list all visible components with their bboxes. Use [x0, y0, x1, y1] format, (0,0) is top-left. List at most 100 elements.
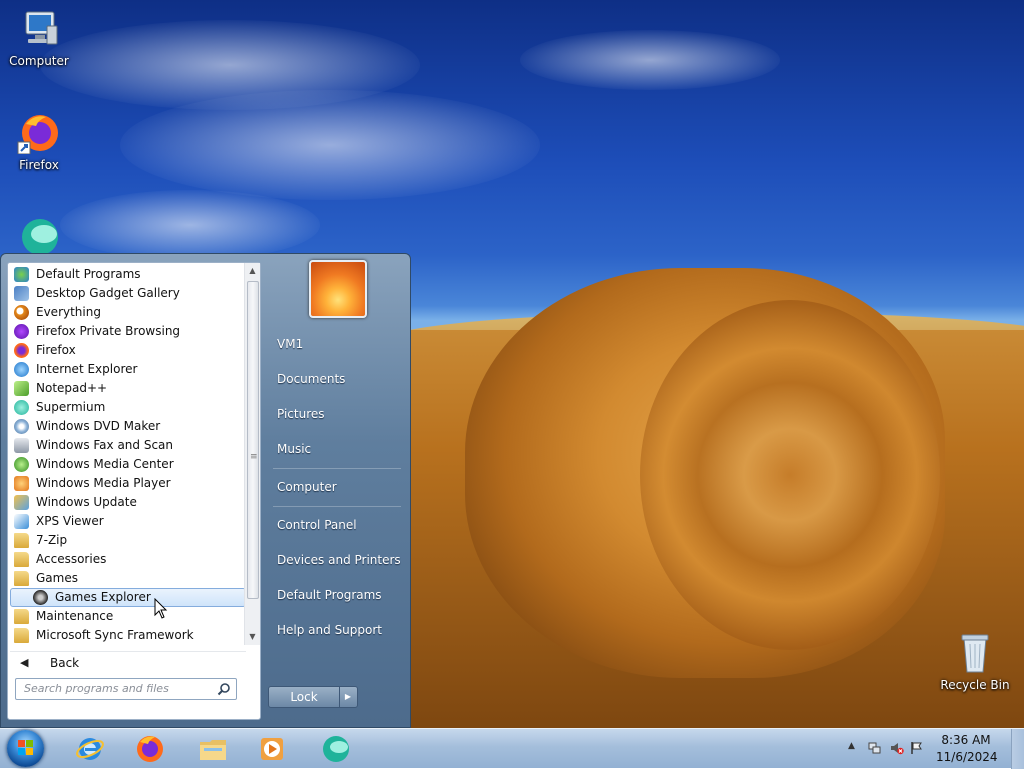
program-item-internet-explorer[interactable]: Internet Explorer [10, 360, 246, 379]
default-programs-icon [14, 267, 29, 282]
taskbar-file-explorer[interactable] [185, 731, 241, 767]
program-item-windows-dvd-maker[interactable]: Windows DVD Maker [10, 417, 246, 436]
start-link-devices-and-printers[interactable]: Devices and Printers [267, 547, 405, 573]
user-avatar[interactable] [309, 260, 367, 318]
lock-button-group: Lock ▶ [268, 686, 358, 708]
internet-explorer-icon [76, 738, 104, 760]
desktop-icon-label: Computer [9, 54, 69, 68]
media-player-icon [261, 738, 283, 760]
program-label: Games [36, 571, 78, 585]
start-link-control-panel[interactable]: Control Panel [267, 512, 405, 538]
program-item-windows-fax-and-scan[interactable]: Windows Fax and Scan [10, 436, 246, 455]
back-label: Back [50, 656, 80, 670]
show-hidden-icons-chevron-icon[interactable]: ▲ [848, 741, 862, 755]
program-item-games-explorer[interactable]: Games Explorer [10, 588, 246, 607]
start-link-music[interactable]: Music [267, 436, 405, 462]
supermium-icon [323, 736, 349, 762]
start-link-documents[interactable]: Documents [267, 366, 405, 392]
program-folder-games[interactable]: Games [10, 569, 246, 588]
program-item-firefox-private-browsing[interactable]: Firefox Private Browsing [10, 322, 246, 341]
program-folder-accessories[interactable]: Accessories [10, 550, 246, 569]
start-link-user[interactable]: VM1 [267, 331, 405, 357]
program-label: Windows Fax and Scan [36, 438, 174, 452]
media-player-icon [14, 476, 29, 491]
program-label: Games Explorer [55, 590, 151, 604]
program-label: Notepad++ [36, 381, 108, 395]
show-desktop-button[interactable] [1011, 729, 1024, 769]
start-link-default-programs[interactable]: Default Programs [267, 582, 405, 608]
program-item-windows-media-center[interactable]: Windows Media Center [10, 455, 246, 474]
program-item-xps-viewer[interactable]: XPS Viewer [10, 512, 246, 531]
program-label: Default Programs [36, 267, 141, 281]
mouse-cursor-icon [154, 597, 168, 620]
media-center-icon [14, 457, 29, 472]
taskbar-supermium[interactable] [308, 731, 364, 767]
notepad-plus-plus-icon [14, 381, 29, 396]
gadget-gallery-icon [14, 286, 29, 301]
network-icon[interactable] [868, 741, 882, 755]
start-link-pictures[interactable]: Pictures [267, 401, 405, 427]
file-explorer-icon [200, 740, 226, 760]
program-item-supermium[interactable]: Supermium [10, 398, 246, 417]
scroll-down-arrow-icon[interactable]: ▼ [245, 629, 260, 645]
program-label: Supermium [36, 400, 106, 414]
program-item-windows-media-player[interactable]: Windows Media Player [10, 474, 246, 493]
internet-explorer-icon [14, 362, 29, 377]
lock-button[interactable]: Lock [269, 687, 340, 707]
desktop-icon-firefox[interactable]: Firefox [1, 112, 77, 172]
program-folder-microsoft-sync-framework[interactable]: Microsoft Sync Framework [10, 626, 246, 645]
program-label: Firefox [36, 343, 76, 357]
program-item-firefox[interactable]: Firefox [10, 341, 246, 360]
firefox-icon [137, 736, 163, 762]
action-center-flag-icon[interactable] [910, 741, 924, 755]
program-list-scrollbar[interactable]: ▲ ≡ ▼ [244, 263, 260, 645]
program-item-default-programs[interactable]: Default Programs [10, 265, 246, 284]
program-label: Everything [36, 305, 101, 319]
back-button[interactable]: ◀ Back [10, 651, 246, 674]
folder-icon [14, 571, 29, 586]
start-link-computer[interactable]: Computer [267, 474, 405, 500]
taskbar-internet-explorer[interactable] [62, 731, 118, 767]
fax-scan-icon [14, 438, 29, 453]
desktop-icon-recycle-bin[interactable]: Recycle Bin [937, 632, 1013, 692]
folder-icon [14, 552, 29, 567]
folder-icon [14, 628, 29, 643]
firefox-private-icon [14, 324, 29, 339]
folder-icon [14, 533, 29, 548]
program-folder-maintenance[interactable]: Maintenance [10, 607, 246, 626]
program-label: Windows Media Center [36, 457, 174, 471]
cloud [60, 190, 320, 260]
xps-viewer-icon [14, 514, 29, 529]
clock-time[interactable]: 8:36 AM [936, 733, 996, 747]
cloud [120, 90, 540, 200]
program-item-everything[interactable]: Everything [10, 303, 246, 322]
search-placeholder: Search programs and files [24, 682, 169, 695]
program-label: Accessories [36, 552, 107, 566]
program-label: Windows Update [36, 495, 137, 509]
supermium-icon [14, 400, 29, 415]
program-folder-7-zip[interactable]: 7-Zip [10, 531, 246, 550]
program-item-windows-update[interactable]: Windows Update [10, 493, 246, 512]
shutdown-options-arrow-icon[interactable]: ▶ [339, 687, 357, 707]
program-item-notepad-plus-plus[interactable]: Notepad++ [10, 379, 246, 398]
windows-logo-icon [18, 740, 33, 755]
taskbar-media-player[interactable] [244, 731, 300, 767]
grip-icon: ≡ [250, 452, 258, 462]
program-label: Microsoft Sync Framework [36, 628, 194, 642]
system-tray: ▲ 8:36 AM 11/6/2024 [834, 729, 1024, 769]
clock-date[interactable]: 11/6/2024 [936, 750, 998, 764]
search-programs-input[interactable]: Search programs and files [15, 678, 237, 700]
start-button[interactable] [7, 730, 44, 767]
taskbar-firefox[interactable] [122, 731, 178, 767]
program-label: XPS Viewer [36, 514, 104, 528]
desktop-icon-computer[interactable]: Computer [1, 8, 77, 68]
scrollbar-thumb[interactable]: ≡ [247, 281, 259, 599]
start-link-help-and-support[interactable]: Help and Support [267, 617, 405, 643]
everything-search-icon [14, 305, 29, 320]
firefox-icon [16, 112, 62, 155]
program-item-desktop-gadget-gallery[interactable]: Desktop Gadget Gallery [10, 284, 246, 303]
search-icon[interactable] [217, 682, 231, 696]
separator [273, 506, 401, 507]
volume-muted-icon[interactable] [890, 741, 904, 755]
scroll-up-arrow-icon[interactable]: ▲ [245, 263, 260, 279]
